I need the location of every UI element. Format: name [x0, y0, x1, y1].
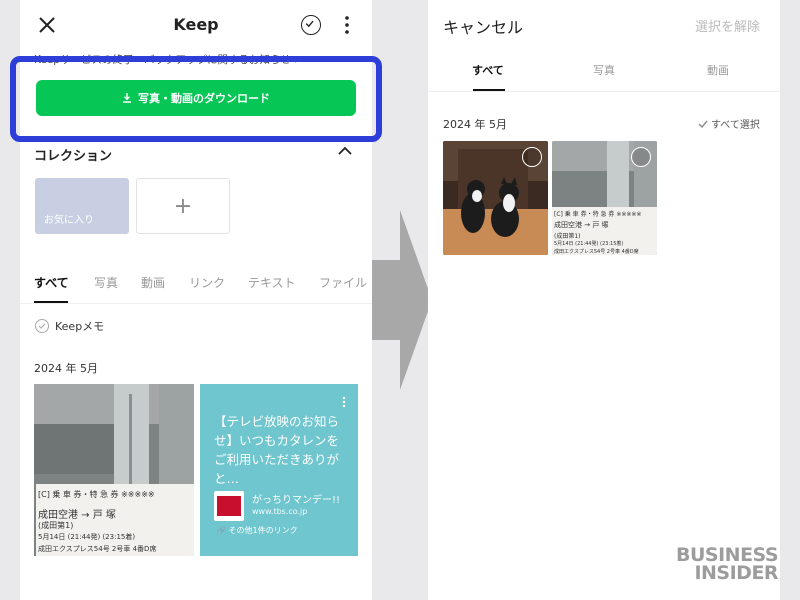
- content-tabs: すべて 写真 動画 リンク テキスト ファイル: [20, 272, 372, 304]
- ticket-photo[interactable]: [C] 乗 車 券・特 急 券 ※※※※※ 成田空港 → 戸 塚 (成田第1) …: [34, 384, 194, 556]
- favorites-label: お気に入り: [44, 215, 94, 226]
- link-card[interactable]: 【テレビ放映のお知らせ】いつもカタレンをご利用いただきありがと… がっちりマンデ…: [200, 384, 358, 556]
- select-all-label: すべて選択: [711, 120, 760, 131]
- business-insider-logo: BUSINESS INSIDER: [676, 546, 779, 584]
- cats-photo[interactable]: [443, 141, 548, 255]
- add-collection-button[interactable]: +: [136, 178, 230, 234]
- favorites-collection[interactable]: お気に入り: [35, 178, 129, 234]
- check-circle-icon: [35, 319, 49, 333]
- highlight-annotation-box: [10, 56, 382, 142]
- ticket-line-2: 成田空港 → 戸 塚: [38, 510, 116, 521]
- select-tabs: すべて 写真 動画: [428, 60, 780, 92]
- ticket-line-5: 成田エクスプレス54号 2号車 4番D席: [554, 249, 639, 255]
- ticket-line-4: 5月14日 (21:44発) (23:15着): [554, 241, 624, 247]
- tab-all[interactable]: すべて: [34, 274, 69, 291]
- tab-links[interactable]: リンク: [189, 274, 225, 291]
- link-card-text: 【テレビ放映のお知らせ】いつもカタレンをご利用いただきありがと…: [214, 414, 340, 486]
- select-screen: キャンセル 選択を解除 すべて 写真 動画 2024 年 5月 すべて選択 [C…: [428, 0, 780, 600]
- cancel-button[interactable]: キャンセル: [443, 14, 523, 38]
- link-site-name: がっちりマンデー!!: [252, 495, 341, 506]
- keep-memo-item[interactable]: Keepメモ: [35, 318, 104, 334]
- tab-videos[interactable]: 動画: [141, 274, 165, 291]
- ticket-line-5: 成田エクスプレス54号 2号車 4番D席: [38, 545, 157, 553]
- date-header: 2024 年 5月: [443, 118, 507, 131]
- logo-line-2: INSIDER: [694, 562, 779, 584]
- ticket-line-1: [C] 乗 車 券・特 急 券 ※※※※※: [38, 490, 155, 499]
- more-vertical-icon[interactable]: [342, 396, 346, 408]
- active-tab-indicator: [473, 89, 505, 91]
- chevron-up-icon[interactable]: [338, 146, 352, 156]
- memo-label: Keepメモ: [55, 320, 105, 333]
- select-check-icon[interactable]: [301, 15, 321, 35]
- other-links-text: その他1件のリンク: [228, 526, 298, 535]
- tab-files[interactable]: ファイル: [319, 274, 367, 291]
- ticket-photo[interactable]: [C] 乗 車 券・特 急 券 ※※※※※ 成田空港 → 戸 塚 (成田第1) …: [552, 141, 657, 255]
- active-tab-indicator: [34, 301, 68, 303]
- tab-all[interactable]: すべて: [472, 62, 504, 78]
- other-links-label: 🔗 その他1件のリンク: [216, 526, 298, 535]
- date-header: 2024 年 5月: [34, 362, 98, 375]
- keep-header: Keep: [20, 0, 372, 50]
- ticket-line-1: [C] 乗 車 券・特 急 券 ※※※※※: [554, 211, 642, 218]
- ticket-line-3: (成田第1): [38, 521, 74, 530]
- more-vertical-icon[interactable]: [342, 14, 352, 36]
- tab-photos[interactable]: 写真: [593, 62, 615, 78]
- collection-title: コレクション: [34, 149, 113, 164]
- ticket-card: [C] 乗 車 券・特 急 券 ※※※※※ 成田空港 → 戸 塚 (成田第1) …: [552, 207, 657, 255]
- site-logo-icon: [214, 491, 244, 521]
- select-circle-icon[interactable]: [631, 147, 651, 167]
- ticket-line-4: 5月14日 (21:44発) (23:15着): [38, 533, 136, 541]
- deselect-button[interactable]: 選択を解除: [695, 16, 760, 35]
- select-all-button[interactable]: すべて選択: [698, 116, 760, 131]
- tab-text[interactable]: テキスト: [248, 274, 296, 291]
- ticket-line-3: (成田第1): [554, 233, 581, 240]
- checkmark-icon: [698, 120, 708, 128]
- tab-photos[interactable]: 写真: [94, 274, 118, 291]
- select-circle-icon[interactable]: [522, 147, 542, 167]
- tab-videos[interactable]: 動画: [707, 62, 729, 78]
- ticket-line-2: 成田空港 → 戸 塚: [554, 221, 609, 229]
- arrow-right-icon: [372, 210, 432, 390]
- ticket-card: [C] 乗 車 券・特 急 券 ※※※※※ 成田空港 → 戸 塚 (成田第1) …: [36, 484, 194, 556]
- link-site-url: www.tbs.co.jp: [252, 507, 308, 516]
